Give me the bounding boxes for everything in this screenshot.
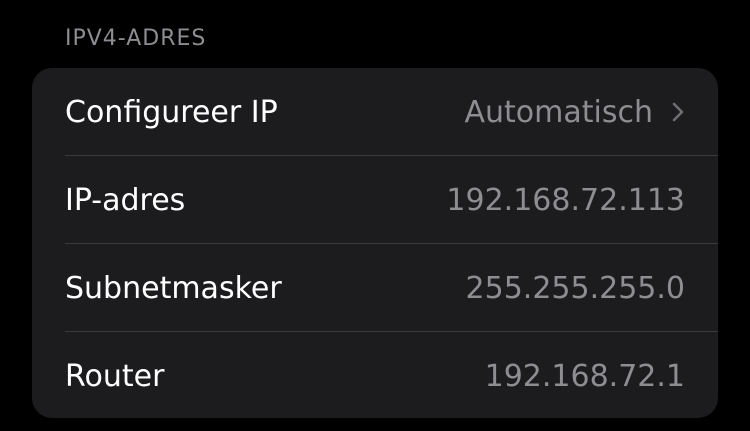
ipv4-settings-group: Configureer IP Automatisch IP-adres 192.… — [32, 68, 718, 418]
configure-ip-label: Configureer IP — [65, 94, 278, 130]
ip-address-row: IP-adres 192.168.72.113 — [32, 156, 718, 244]
router-row: Router 192.168.72.1 — [32, 332, 718, 418]
configure-ip-value-container: Automatisch — [465, 95, 686, 130]
chevron-right-icon — [671, 101, 685, 123]
router-value: 192.168.72.1 — [484, 358, 685, 394]
configure-ip-row[interactable]: Configureer IP Automatisch — [32, 68, 718, 156]
router-label: Router — [65, 358, 165, 394]
subnet-mask-label: Subnetmasker — [65, 270, 282, 306]
configure-ip-value: Automatisch — [464, 94, 654, 130]
ip-address-value: 192.168.72.113 — [446, 182, 685, 218]
settings-screen: IPV4-ADRES Configureer IP Automatisch IP… — [0, 0, 750, 431]
section-header-ipv4: IPV4-ADRES — [65, 26, 207, 51]
subnet-mask-row: Subnetmasker 255.255.255.0 — [32, 244, 718, 332]
subnet-mask-value: 255.255.255.0 — [465, 270, 685, 306]
ip-address-label: IP-adres — [65, 182, 186, 218]
